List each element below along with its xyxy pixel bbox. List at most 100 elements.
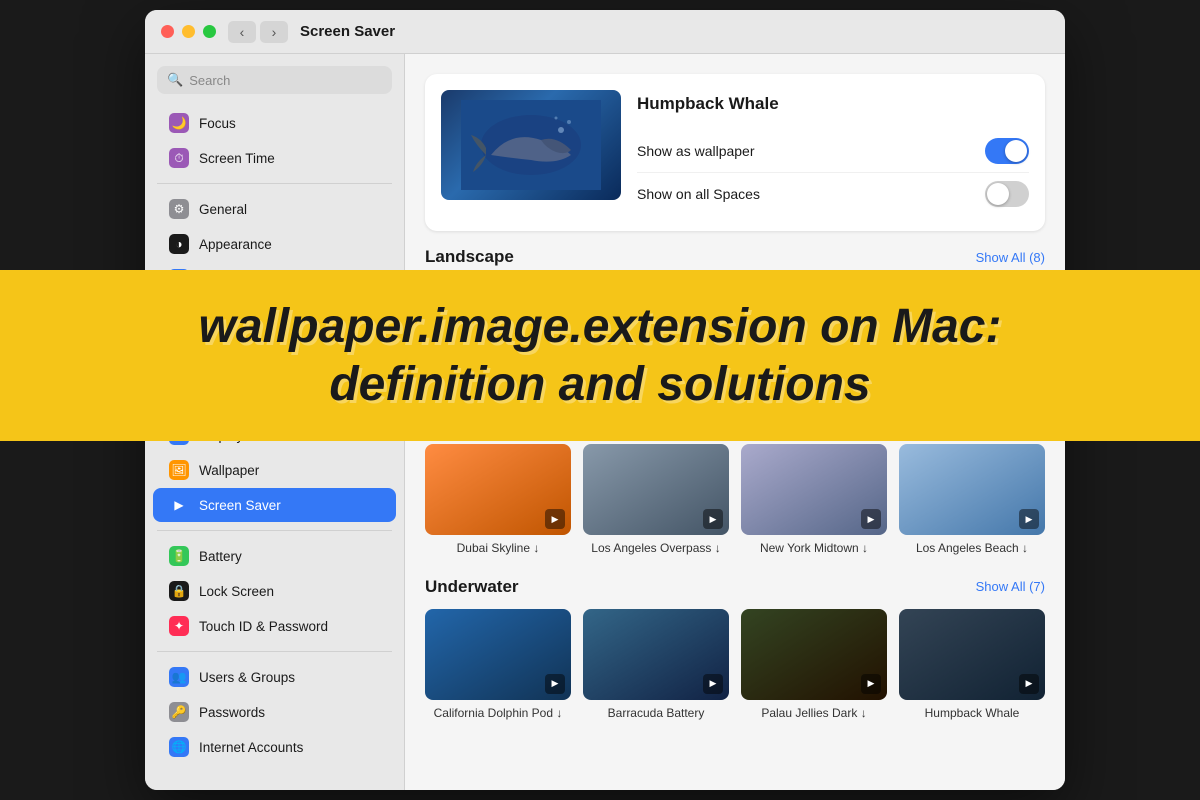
sidebar-item-screen-saver[interactable]: ▶ Screen Saver bbox=[153, 488, 396, 522]
sidebar-item-touch-id[interactable]: ✦ Touch ID & Password bbox=[153, 609, 396, 643]
focus-icon: 🌙 bbox=[169, 113, 189, 133]
screen-saver-icon: ▶ bbox=[169, 495, 189, 515]
toggle-knob bbox=[1005, 140, 1027, 162]
sidebar-item-wallpaper[interactable]: 🖼 Wallpaper bbox=[153, 453, 396, 487]
sidebar-item-lock-screen[interactable]: 🔒 Lock Screen bbox=[153, 574, 396, 608]
thumb-image: ▶ bbox=[583, 444, 729, 535]
screen-time-icon: ⏱ bbox=[169, 148, 189, 168]
thumb-label: Palau Jellies Dark ↓ bbox=[741, 706, 887, 722]
sidebar-label-appearance: Appearance bbox=[199, 237, 272, 252]
section-header-landscape: Landscape Show All (8) bbox=[425, 247, 1045, 267]
thumb-item[interactable]: ▶ Palau Jellies Dark ↓ bbox=[741, 609, 887, 722]
sidebar-separator bbox=[157, 651, 392, 652]
section-underwater: Underwater Show All (7) ▶ California Dolphi… bbox=[425, 577, 1045, 722]
search-bar[interactable]: 🔍 Search bbox=[157, 66, 392, 94]
thumb-item[interactable]: ▶ Los Angeles Overpass ↓ bbox=[583, 444, 729, 557]
lock-screen-icon: 🔒 bbox=[169, 581, 189, 601]
search-icon: 🔍 bbox=[167, 72, 183, 88]
window-title: Screen Saver bbox=[300, 23, 395, 40]
thumb-label: Los Angeles Overpass ↓ bbox=[583, 541, 729, 557]
sidebar-label-screen-time: Screen Time bbox=[199, 151, 275, 166]
sidebar-label-focus: Focus bbox=[199, 116, 236, 131]
play-icon: ▶ bbox=[703, 674, 723, 694]
section-header-underwater: Underwater Show All (7) bbox=[425, 577, 1045, 597]
spaces-toggle[interactable] bbox=[985, 181, 1029, 207]
spaces-option-label: Show on all Spaces bbox=[637, 186, 760, 202]
play-icon: ▶ bbox=[545, 509, 565, 529]
saver-options: Humpback Whale Show as wallpaper Show on… bbox=[637, 90, 1029, 215]
sidebar-item-battery[interactable]: 🔋Battery bbox=[153, 539, 396, 573]
show-all-landscape[interactable]: Show All (8) bbox=[976, 250, 1045, 265]
traffic-lights bbox=[161, 25, 216, 38]
nav-buttons: ‹ › bbox=[228, 21, 288, 43]
touch-id-icon: ✦ bbox=[169, 616, 189, 636]
thumb-item[interactable]: ▶ New York Midtown ↓ bbox=[741, 444, 887, 557]
sidebar-label-lock-screen: Lock Screen bbox=[199, 584, 274, 599]
wallpaper-option-row: Show as wallpaper bbox=[637, 130, 1029, 173]
banner-line1: wallpaper.image.extension on Mac: bbox=[40, 298, 1160, 356]
sidebar-label-internet-accounts: Internet Accounts bbox=[199, 740, 303, 755]
spaces-option-row: Show on all Spaces bbox=[637, 173, 1029, 215]
sidebar-item-appearance[interactable]: ◑ Appearance bbox=[153, 227, 396, 261]
section-title-underwater: Underwater bbox=[425, 577, 519, 597]
sidebar-item-passwords[interactable]: 🔑 Passwords bbox=[153, 695, 396, 729]
sidebar-label-users-groups: Users & Groups bbox=[199, 670, 295, 685]
users-groups-icon: 👥 bbox=[169, 667, 189, 687]
sidebar-label-wallpaper: Wallpaper bbox=[199, 463, 259, 478]
fullscreen-button[interactable] bbox=[203, 25, 216, 38]
thumb-image: ▶ bbox=[425, 609, 571, 700]
thumb-item[interactable]: ▶ Barracuda Battery bbox=[583, 609, 729, 722]
play-icon: ▶ bbox=[1019, 674, 1039, 694]
thumb-image: ▶ bbox=[741, 609, 887, 700]
thumb-item[interactable]: ▶ California Dolphin Pod ↓ bbox=[425, 609, 571, 722]
thumb-label: Dubai Skyline ↓ bbox=[425, 541, 571, 557]
play-icon: ▶ bbox=[545, 674, 565, 694]
sidebar-label-battery: Battery bbox=[199, 549, 242, 564]
wallpaper-option-label: Show as wallpaper bbox=[637, 143, 755, 159]
wallpaper-icon: 🖼 bbox=[169, 460, 189, 480]
sidebar-item-users-groups[interactable]: 👥 Users & Groups bbox=[153, 660, 396, 694]
sidebar-label-screen-saver: Screen Saver bbox=[199, 498, 281, 513]
appearance-icon: ◑ bbox=[169, 234, 189, 254]
thumb-item[interactable]: ▶Los Angeles Beach ↓ bbox=[899, 444, 1045, 557]
general-icon: ⚙ bbox=[169, 199, 189, 219]
title-bar: ‹ › Screen Saver bbox=[145, 10, 1065, 54]
thumb-label: Barracuda Battery bbox=[583, 706, 729, 722]
sidebar-separator bbox=[157, 183, 392, 184]
banner-line2: definition and solutions bbox=[40, 356, 1160, 414]
thumb-item[interactable]: ▶ Dubai Skyline ↓ bbox=[425, 444, 571, 557]
toggle-knob-spaces bbox=[987, 183, 1009, 205]
sidebar-item-internet-accounts[interactable]: 🌐 Internet Accounts bbox=[153, 730, 396, 764]
back-button[interactable]: ‹ bbox=[228, 21, 256, 43]
thumb-image: ▶ bbox=[899, 609, 1045, 700]
thumbnails-grid-underwater: ▶ California Dolphin Pod ↓ ▶ Barracuda Batt… bbox=[425, 609, 1045, 722]
sidebar-separator bbox=[157, 530, 392, 531]
section-title-landscape: Landscape bbox=[425, 247, 514, 267]
search-placeholder: Search bbox=[189, 73, 230, 88]
banner-overlay: wallpaper.image.extension on Mac: defini… bbox=[0, 270, 1200, 441]
sidebar-item-screen-time[interactable]: ⏱ Screen Time bbox=[153, 141, 396, 175]
thumb-image: ▶ bbox=[741, 444, 887, 535]
thumb-image: ▶ bbox=[583, 609, 729, 700]
play-icon: ▶ bbox=[861, 674, 881, 694]
forward-button[interactable]: › bbox=[260, 21, 288, 43]
thumb-label: California Dolphin Pod ↓ bbox=[425, 706, 571, 722]
sidebar-item-general[interactable]: ⚙ General bbox=[153, 192, 396, 226]
show-all-underwater[interactable]: Show All (7) bbox=[976, 579, 1045, 594]
saver-name: Humpback Whale bbox=[637, 94, 1029, 114]
internet-accounts-icon: 🌐 bbox=[169, 737, 189, 757]
wallpaper-toggle[interactable] bbox=[985, 138, 1029, 164]
sidebar-label-passwords: Passwords bbox=[199, 705, 265, 720]
play-icon: ▶ bbox=[1019, 509, 1039, 529]
minimize-button[interactable] bbox=[182, 25, 195, 38]
close-button[interactable] bbox=[161, 25, 174, 38]
thumbnails-grid-cityscape: ▶Dubai Skyline ↓▶Los Angeles Overpass ↓▶… bbox=[425, 444, 1045, 557]
thumb-label: New York Midtown ↓ bbox=[741, 541, 887, 557]
sidebar-label-touch-id: Touch ID & Password bbox=[199, 619, 328, 634]
passwords-icon: 🔑 bbox=[169, 702, 189, 722]
sidebar-item-focus[interactable]: 🌙 Focus bbox=[153, 106, 396, 140]
current-saver-panel: Humpback Whale Show as wallpaper Show on… bbox=[425, 74, 1045, 231]
play-icon: ▶ bbox=[861, 509, 881, 529]
thumb-item[interactable]: ▶Humpback Whale bbox=[899, 609, 1045, 722]
sidebar-label-general: General bbox=[199, 202, 247, 217]
